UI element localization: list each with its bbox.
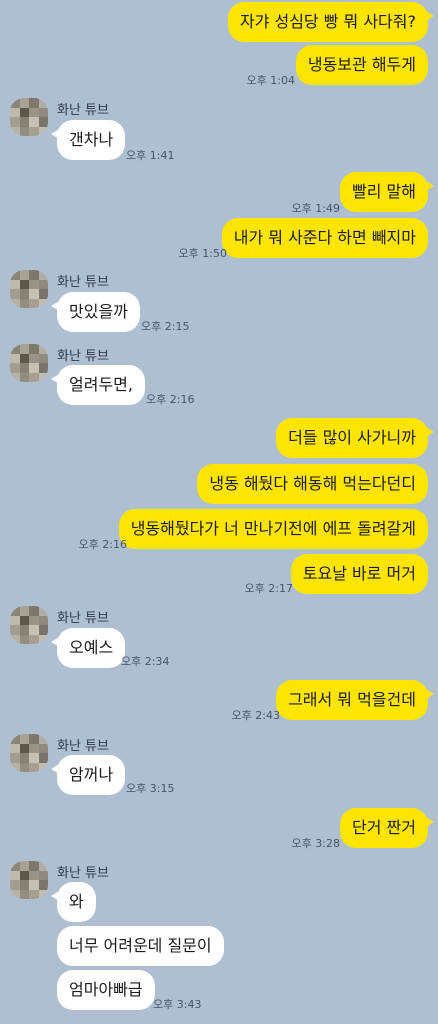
their-message-bubble[interactable]: 오예스 xyxy=(50,628,126,668)
my-message-bubble[interactable]: 내가 뭐 사준다 하면 빼지마 xyxy=(221,218,428,258)
contact-avatar[interactable] xyxy=(10,344,48,382)
their-message-bubble[interactable]: 얼려두면, xyxy=(51,365,145,405)
message-timestamp: 오후 3:15 xyxy=(126,782,175,795)
message-timestamp: 오후 3:43 xyxy=(153,998,202,1011)
my-message-bubble[interactable]: 냉동 해뒀다 해동해 먹는다던디 xyxy=(197,464,428,504)
their-message-bubble[interactable]: 너무 어려운데 질문이 xyxy=(57,926,224,966)
message-timestamp: 오후 2:17 xyxy=(244,582,293,595)
my-message-bubble[interactable]: 단거 짠거 xyxy=(340,808,434,848)
message-timestamp: 오후 3:28 xyxy=(291,837,340,850)
their-message-bubble[interactable]: 갠차나 xyxy=(50,120,126,160)
sender-name: 화난 튜브 xyxy=(57,866,109,881)
sender-name: 화난 튜브 xyxy=(57,739,109,754)
their-message-bubble[interactable]: 암꺼나 xyxy=(50,755,126,795)
their-message-bubble[interactable]: 엄마아빠급 xyxy=(57,970,155,1010)
my-message-bubble[interactable]: 자갸 성심당 빵 뭐 사다줘? xyxy=(227,2,435,42)
my-message-bubble[interactable]: 그래서 뭐 먹을건데 xyxy=(276,680,434,720)
their-message-bubble[interactable]: 와 xyxy=(51,882,96,922)
contact-avatar[interactable] xyxy=(10,606,48,644)
message-timestamp: 오후 2:16 xyxy=(146,393,195,406)
sender-name: 화난 튜브 xyxy=(57,103,109,118)
message-timestamp: 오후 1:49 xyxy=(291,202,340,215)
my-message-bubble[interactable]: 토요날 바로 머거 xyxy=(290,554,428,594)
contact-avatar[interactable] xyxy=(10,734,48,772)
my-message-bubble[interactable]: 냉동보관 해두게 xyxy=(295,45,428,85)
message-timestamp: 오후 2:16 xyxy=(78,538,127,551)
contact-avatar[interactable] xyxy=(10,98,48,136)
their-message-bubble[interactable]: 맛있을까 xyxy=(51,292,140,332)
message-timestamp: 오후 2:15 xyxy=(141,320,190,333)
message-timestamp: 오후 1:50 xyxy=(178,247,227,260)
message-timestamp: 오후 1:04 xyxy=(246,74,295,87)
message-timestamp: 오후 2:34 xyxy=(121,655,170,668)
sender-name: 화난 튜브 xyxy=(57,275,109,290)
message-timestamp: 오후 2:43 xyxy=(231,709,280,722)
my-message-bubble[interactable]: 냉동해뒀다가 너 만나기전에 에프 돌려갈게 xyxy=(118,509,428,549)
contact-avatar[interactable] xyxy=(10,861,48,899)
my-message-bubble[interactable]: 빨리 말해 xyxy=(340,172,434,212)
my-message-bubble[interactable]: 더들 많이 사가니까 xyxy=(276,418,434,458)
sender-name: 화난 튜브 xyxy=(57,611,109,626)
contact-avatar[interactable] xyxy=(10,270,48,308)
message-timestamp: 오후 1:41 xyxy=(126,149,175,162)
sender-name: 화난 튜브 xyxy=(57,349,109,364)
chat-area[interactable]: 자갸 성심당 빵 뭐 사다줘? 냉동보관 해두게 오후 1:04 화난 튜브 갠… xyxy=(0,0,438,1024)
